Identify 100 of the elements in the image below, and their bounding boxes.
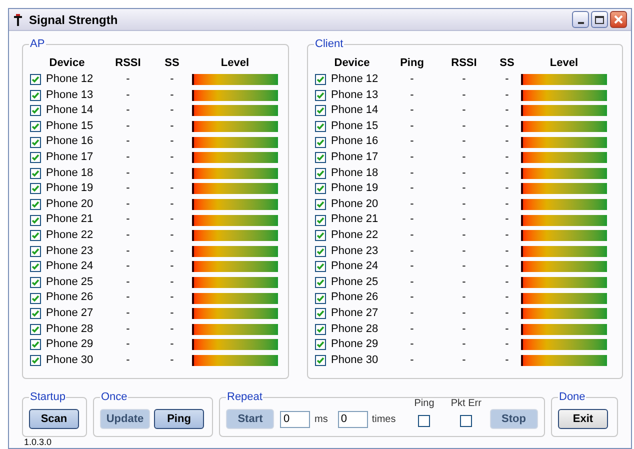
checkbox[interactable] [315, 90, 326, 101]
table-cell-text: - [169, 244, 175, 259]
group-title: Startup [29, 390, 66, 404]
column-header: SS [498, 56, 516, 71]
table-cell-text: - [169, 72, 175, 87]
table-cell-text: - [409, 352, 415, 368]
table-cell-text: - [461, 322, 467, 336]
checkbox[interactable] [315, 246, 326, 257]
table-cell-text: - [504, 290, 510, 306]
device-label: Phone 23 [46, 244, 94, 259]
table-cell-text: - [125, 134, 131, 150]
table-cell-text: - [504, 274, 510, 290]
checkbox[interactable] [30, 339, 41, 350]
checkbox[interactable] [315, 324, 326, 335]
checkbox[interactable] [315, 74, 326, 86]
checkbox[interactable] [30, 230, 41, 242]
table-cell-text: - [409, 212, 415, 228]
table-cell-text: - [409, 196, 415, 212]
checkbox[interactable] [30, 277, 41, 288]
button[interactable]: Scan [29, 409, 79, 429]
checkbox[interactable] [315, 230, 326, 242]
table-cell-text: - [125, 337, 131, 352]
device-label: Phone 30 [331, 352, 380, 368]
table-cell-text: - [169, 290, 175, 306]
checkbox[interactable] [30, 74, 41, 86]
table-cell-text: - [409, 274, 415, 290]
table-cell-text: - [125, 259, 131, 274]
maximize-button[interactable] [591, 11, 608, 28]
checkbox[interactable] [30, 261, 41, 272]
table-cell-text: - [504, 72, 510, 87]
table-cell-text: - [409, 103, 415, 118]
close-button[interactable] [610, 11, 627, 28]
minimize-button[interactable] [572, 11, 589, 28]
checkbox[interactable] [30, 152, 41, 164]
device-label: Phone 13 [46, 88, 94, 103]
device-label: Phone 20 [331, 196, 380, 212]
button[interactable]: Ping [154, 409, 204, 429]
checkbox[interactable] [315, 105, 326, 116]
checkbox[interactable] [315, 183, 326, 194]
table-cell-text: - [409, 150, 415, 165]
device-label: Phone 24 [331, 259, 380, 274]
checkbox[interactable] [30, 214, 41, 226]
table-cell-text: - [409, 181, 415, 196]
table-cell-text: - [461, 72, 467, 87]
table-cell-text: - [125, 228, 131, 243]
table-cell-text: - [169, 337, 175, 352]
table-cell-text: - [169, 166, 175, 181]
checkbox[interactable] [315, 121, 326, 132]
checkbox[interactable] [315, 214, 326, 226]
column-header: Ping [399, 56, 425, 71]
checkbox[interactable] [315, 354, 326, 366]
table-cell-text: - [461, 274, 467, 290]
checkbox[interactable] [315, 168, 326, 179]
checkbox[interactable] [30, 308, 41, 320]
column-header: RSSI [450, 56, 478, 71]
device-label: Phone 27 [331, 306, 380, 321]
checkbox[interactable] [30, 183, 41, 194]
table-cell-text: - [169, 352, 175, 368]
table-cell-text: - [125, 88, 131, 103]
table-cell-text: - [169, 196, 175, 212]
device-label: Phone 20 [46, 196, 94, 212]
checkbox[interactable] [30, 90, 41, 101]
table-cell-text: - [409, 259, 415, 274]
checkbox[interactable] [30, 136, 41, 148]
input-field[interactable]: 0 [280, 410, 310, 428]
table-cell-text: - [409, 118, 415, 134]
input-field[interactable]: 0 [338, 410, 368, 428]
column-header: RSSI [114, 56, 142, 71]
checkbox[interactable] [30, 292, 41, 304]
checkbox[interactable] [30, 354, 41, 366]
checkbox[interactable] [315, 136, 326, 148]
table-cell-text: - [125, 212, 131, 228]
checkbox[interactable] [30, 105, 41, 116]
checkbox[interactable] [30, 121, 41, 132]
checkbox[interactable] [315, 277, 326, 288]
table-cell-text: - [125, 150, 131, 165]
checkbox[interactable] [460, 415, 472, 427]
device-label: Phone 29 [46, 337, 94, 352]
checkbox[interactable] [315, 292, 326, 304]
checkbox[interactable] [30, 199, 41, 210]
table-cell-text: - [504, 88, 510, 103]
checkbox[interactable] [315, 308, 326, 320]
device-label: Phone 28 [46, 322, 94, 336]
table-cell-text: - [125, 118, 131, 134]
checkbox[interactable] [315, 152, 326, 164]
checkbox[interactable] [418, 415, 430, 427]
table-cell-text: - [169, 259, 175, 274]
table-cell-text: - [461, 212, 467, 228]
column-header: Level [220, 56, 250, 71]
checkbox[interactable] [315, 339, 326, 350]
device-label: Phone 19 [331, 181, 380, 196]
table-cell-text: - [461, 134, 467, 150]
button[interactable]: Exit [558, 409, 608, 429]
checkbox[interactable] [30, 168, 41, 179]
checkbox[interactable] [315, 261, 326, 272]
checkbox[interactable] [315, 199, 326, 210]
checkbox[interactable] [30, 324, 41, 335]
table-cell-text: - [461, 337, 467, 352]
checkbox[interactable] [30, 246, 41, 257]
app-icon [13, 14, 23, 26]
